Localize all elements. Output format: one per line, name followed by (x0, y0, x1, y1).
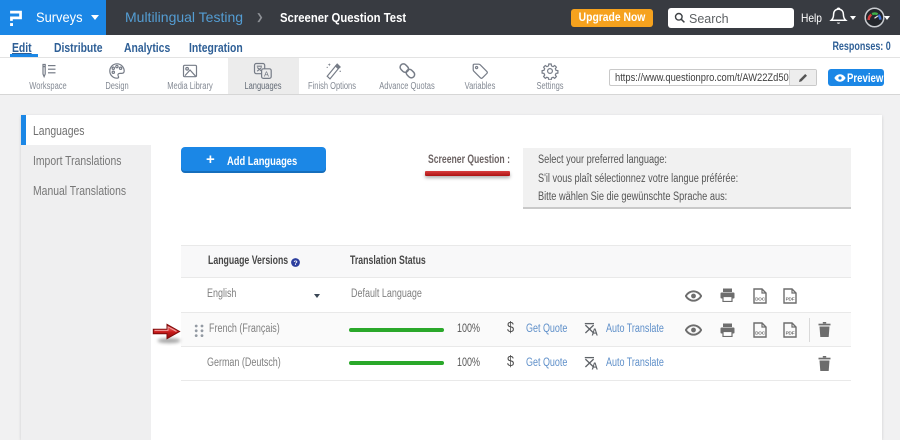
svg-text:DOC: DOC (755, 331, 766, 336)
svg-text:A: A (591, 361, 598, 371)
svg-text:A: A (591, 327, 598, 337)
svg-text:A: A (264, 70, 269, 79)
svg-text:DOC: DOC (755, 296, 766, 301)
svg-text:PDF: PDF (786, 296, 795, 301)
svg-text:PDF: PDF (786, 331, 795, 336)
svg-text:?: ? (293, 260, 297, 267)
